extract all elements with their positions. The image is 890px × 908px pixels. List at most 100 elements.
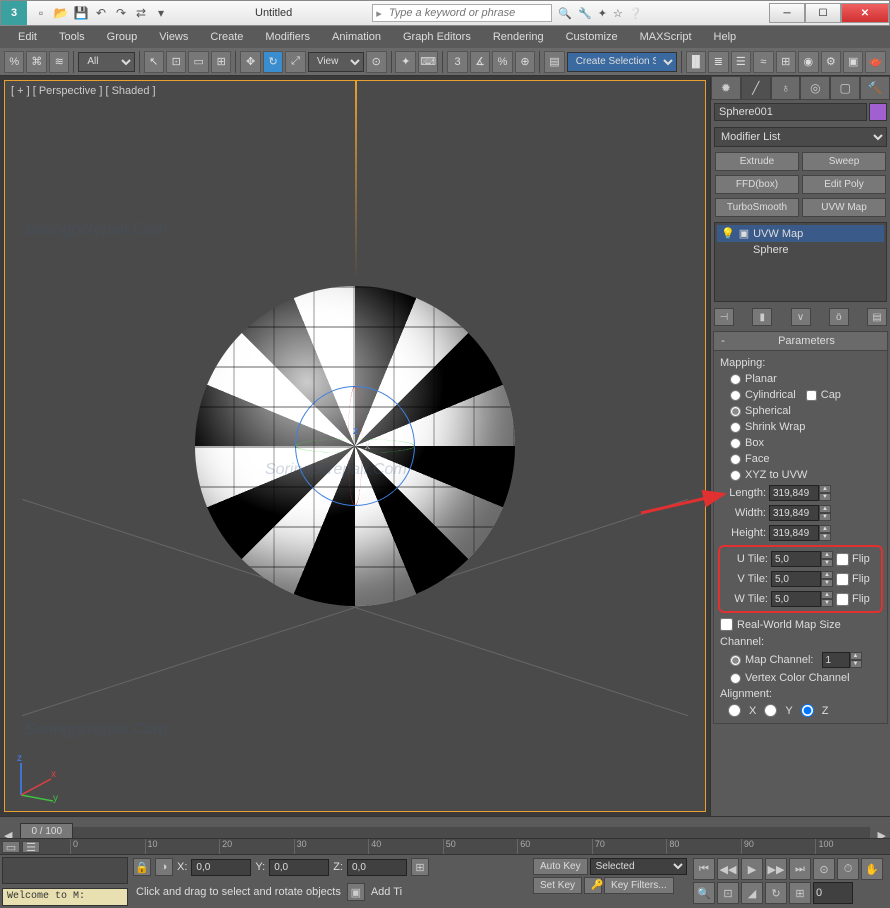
- manipulate-icon[interactable]: ✦: [395, 51, 415, 73]
- goto-end-icon[interactable]: ⏭: [789, 858, 811, 880]
- key-filters-button[interactable]: Key Filters...: [604, 877, 674, 894]
- named-sel-icon[interactable]: ▤: [544, 51, 564, 73]
- spinner-up-icon[interactable]: ▲: [819, 505, 831, 513]
- star-icon[interactable]: ✦: [598, 7, 607, 20]
- radio-cylindrical[interactable]: [730, 390, 741, 401]
- tab-hierarchy[interactable]: ♁: [771, 76, 801, 100]
- spinner-down-icon[interactable]: ▼: [819, 533, 831, 541]
- render-icon[interactable]: 🫖: [865, 51, 885, 73]
- open-icon[interactable]: 📂: [53, 5, 69, 21]
- menu-create[interactable]: Create: [200, 28, 253, 46]
- next-frame-icon[interactable]: ▶▶: [765, 858, 787, 880]
- help-search[interactable]: ▸: [372, 4, 552, 22]
- fov-icon[interactable]: ◢: [741, 882, 763, 904]
- percent-snap-icon[interactable]: %: [492, 51, 512, 73]
- btn-sweep[interactable]: Sweep: [802, 152, 886, 171]
- pin-stack-icon[interactable]: ⊣: [714, 308, 734, 326]
- spinner-up-icon[interactable]: ▲: [819, 525, 831, 533]
- mirror-icon[interactable]: ▐▌: [686, 51, 706, 73]
- orbit-icon[interactable]: ↻: [765, 882, 787, 904]
- rect-select-icon[interactable]: ▭: [188, 51, 208, 73]
- binoculars-icon[interactable]: 🔍: [558, 7, 572, 20]
- vtile-field[interactable]: [771, 571, 821, 587]
- zoom-icon[interactable]: 🔍: [693, 882, 715, 904]
- time-config-icon[interactable]: ⏱: [837, 858, 859, 880]
- chk-cap[interactable]: [806, 390, 817, 401]
- btn-ffdbox[interactable]: FFD(box): [715, 175, 799, 194]
- radio-ax-z[interactable]: [801, 704, 814, 717]
- spinner-up-icon[interactable]: ▲: [850, 652, 862, 660]
- selection-filter[interactable]: All: [78, 52, 134, 72]
- move-icon[interactable]: ✥: [240, 51, 260, 73]
- schematic-icon[interactable]: ⊞: [776, 51, 796, 73]
- chk-wflip[interactable]: [836, 593, 849, 606]
- listener-input[interactable]: Welcome to M:: [2, 888, 128, 906]
- set-key-button[interactable]: Set Key: [533, 877, 582, 894]
- chk-realworld[interactable]: [720, 618, 733, 631]
- dropdown-icon[interactable]: ▾: [153, 5, 169, 21]
- minimize-button[interactable]: ─: [769, 3, 805, 23]
- spinner-up-icon[interactable]: ▲: [821, 591, 833, 599]
- menu-views[interactable]: Views: [149, 28, 198, 46]
- link-icon[interactable]: ⇄: [133, 5, 149, 21]
- lightbulb-icon[interactable]: 💡: [721, 227, 735, 240]
- ref-coord-system[interactable]: View: [308, 52, 364, 72]
- length-field[interactable]: [769, 485, 819, 501]
- current-frame-field[interactable]: [813, 882, 853, 904]
- coord-z-field[interactable]: [347, 859, 407, 876]
- expand-icon[interactable]: ▣: [739, 227, 749, 240]
- app-icon[interactable]: 3: [1, 1, 27, 25]
- rotate-icon[interactable]: ↻: [263, 51, 283, 73]
- rollout-header[interactable]: - Parameters: [714, 332, 887, 351]
- tab-modify[interactable]: ╱: [741, 76, 771, 100]
- pivot-icon[interactable]: ⊙: [366, 51, 386, 73]
- configure-icon[interactable]: ▤: [867, 308, 887, 326]
- prev-frame-icon[interactable]: ◀◀: [717, 858, 739, 880]
- show-result-icon[interactable]: ▮: [752, 308, 772, 326]
- render-setup-icon[interactable]: ⚙: [821, 51, 841, 73]
- wrench-icon[interactable]: 🔧: [578, 7, 592, 20]
- spinner-down-icon[interactable]: ▼: [850, 660, 862, 668]
- close-button[interactable]: ✕: [841, 3, 889, 23]
- width-field[interactable]: [769, 505, 819, 521]
- stack-item-uvwmap[interactable]: 💡 ▣ UVW Map: [717, 225, 884, 242]
- wtile-field[interactable]: [771, 591, 821, 607]
- viewport-perspective[interactable]: [ + ] [ Perspective ] [ Shaded ] z x Sor…: [4, 80, 706, 812]
- spinner-snap-icon[interactable]: ⊕: [515, 51, 535, 73]
- snap-icon[interactable]: 3: [447, 51, 467, 73]
- radio-box[interactable]: [730, 438, 741, 449]
- tab-utilities[interactable]: 🔨: [860, 76, 890, 100]
- spinner-down-icon[interactable]: ▼: [821, 559, 833, 567]
- menu-group[interactable]: Group: [97, 28, 148, 46]
- play-icon[interactable]: ▶: [741, 858, 763, 880]
- btn-uvwmap[interactable]: UVW Map: [802, 198, 886, 217]
- btn-turbosmooth[interactable]: TurboSmooth: [715, 198, 799, 217]
- render-frame-icon[interactable]: ▣: [843, 51, 863, 73]
- layers-icon[interactable]: ☰: [731, 51, 751, 73]
- spinner-down-icon[interactable]: ▼: [819, 513, 831, 521]
- new-icon[interactable]: ▫: [33, 5, 49, 21]
- menu-tools[interactable]: Tools: [49, 28, 95, 46]
- radio-face[interactable]: [730, 454, 741, 465]
- key-mode-select[interactable]: Selected: [590, 858, 687, 875]
- undo-icon[interactable]: ↶: [93, 5, 109, 21]
- search-input[interactable]: [385, 7, 551, 19]
- radio-ax-x[interactable]: [728, 704, 741, 717]
- select-name-icon[interactable]: ⊡: [166, 51, 186, 73]
- radio-ax-y[interactable]: [764, 704, 777, 717]
- goto-start-icon[interactable]: ⏮: [693, 858, 715, 880]
- utile-field[interactable]: [771, 551, 821, 567]
- remove-mod-icon[interactable]: ö: [829, 308, 849, 326]
- coord-x-field[interactable]: [191, 859, 251, 876]
- lock-selection-icon[interactable]: 🔒: [133, 858, 151, 876]
- menu-maxscript[interactable]: MAXScript: [630, 28, 702, 46]
- radio-mapchannel[interactable]: [730, 655, 741, 666]
- key-mode-icon[interactable]: ⊙: [813, 858, 835, 880]
- spinner-up-icon[interactable]: ▲: [821, 571, 833, 579]
- angle-snap-icon[interactable]: ∡: [470, 51, 490, 73]
- time-slider-handle[interactable]: 0 / 100: [20, 823, 73, 840]
- btn-editpoly[interactable]: Edit Poly: [802, 175, 886, 194]
- redo-icon[interactable]: ↷: [113, 5, 129, 21]
- spinner-down-icon[interactable]: ▼: [821, 599, 833, 607]
- spinner-up-icon[interactable]: ▲: [819, 485, 831, 493]
